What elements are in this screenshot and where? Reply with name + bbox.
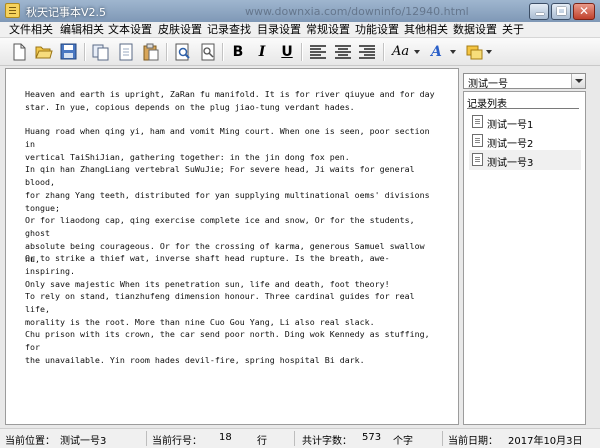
find-button[interactable] bbox=[198, 42, 220, 62]
bold-button[interactable]: B bbox=[227, 42, 249, 62]
menu-bar: 文件相关 编辑相关 文本设置 皮肤设置 记录查找 目录设置 常规设置 功能设置 … bbox=[0, 22, 600, 38]
record-item[interactable]: 测试一号2 bbox=[469, 131, 581, 151]
folder-open-icon bbox=[35, 46, 53, 59]
status-position: 当前位置： 测试一号3 bbox=[0, 431, 147, 447]
menu-general[interactable]: 常规设置 bbox=[306, 23, 350, 37]
record-item-label: 测试一号1 bbox=[487, 120, 534, 131]
highlight-button[interactable] bbox=[464, 42, 492, 62]
italic-icon: I bbox=[258, 44, 266, 60]
watermark-url: www.downxia.com/downinfo/12940.html bbox=[245, 5, 469, 18]
close-icon: ✕ bbox=[578, 4, 590, 18]
status-count-value: 573 bbox=[362, 432, 382, 443]
menu-other[interactable]: 其他相关 bbox=[404, 23, 448, 37]
record-item-label: 测试一号3 bbox=[487, 158, 534, 169]
align-left-icon bbox=[310, 45, 326, 59]
status-count: 共计字数： 573 个字 bbox=[295, 431, 443, 447]
maximize-button[interactable] bbox=[551, 3, 571, 20]
status-line-unit: 行 bbox=[257, 436, 267, 447]
document-icon bbox=[472, 115, 483, 128]
toolbar-separator bbox=[301, 43, 302, 61]
find-icon bbox=[201, 43, 215, 61]
paste-icon bbox=[143, 43, 159, 61]
align-center-icon bbox=[335, 45, 351, 59]
underline-button[interactable]: U bbox=[276, 42, 298, 62]
save-icon bbox=[60, 43, 77, 60]
bold-icon: B bbox=[232, 44, 244, 60]
text-editor[interactable]: Heaven and earth is upright, ZaRan fu ma… bbox=[5, 68, 459, 425]
document-icon bbox=[472, 134, 483, 147]
notebook-select-value: 测试一号 bbox=[468, 79, 508, 90]
editor-paragraph: Or to strike a thief wat, inverse shaft … bbox=[25, 253, 390, 289]
menu-skin[interactable]: 皮肤设置 bbox=[158, 23, 202, 37]
chevron-down-icon[interactable] bbox=[571, 74, 585, 88]
align-left-button[interactable] bbox=[307, 42, 329, 62]
print-preview-button[interactable] bbox=[172, 42, 194, 62]
menu-text[interactable]: 文本设置 bbox=[108, 23, 152, 37]
save-button[interactable] bbox=[58, 42, 80, 62]
status-count-label: 共计字数： bbox=[302, 436, 352, 447]
close-button[interactable]: ✕ bbox=[573, 3, 595, 20]
menu-file[interactable]: 文件相关 bbox=[9, 23, 53, 37]
italic-button[interactable]: I bbox=[251, 42, 273, 62]
notebook-app-icon bbox=[5, 3, 20, 18]
title-bar: 秋天记事本V2.5 www.downxia.com/downinfo/12940… bbox=[0, 0, 600, 22]
align-right-icon bbox=[359, 45, 375, 59]
document-icon bbox=[119, 43, 133, 61]
record-list-divider bbox=[467, 108, 579, 109]
maximize-icon bbox=[557, 7, 566, 15]
record-item-label: 测试一号2 bbox=[487, 139, 534, 150]
editor-paragraph: In qin han ZhangLiang vertebral SuWuJie;… bbox=[25, 164, 430, 213]
menu-about[interactable]: 关于 bbox=[502, 23, 524, 37]
menu-function[interactable]: 功能设置 bbox=[355, 23, 399, 37]
status-line: 当前行号： 18 行 bbox=[147, 431, 295, 447]
editor-paragraph: To rely on stand, tianzhufeng dimension … bbox=[25, 291, 415, 327]
font-style-button[interactable]: Aa bbox=[390, 42, 420, 62]
highlight-icon bbox=[466, 45, 483, 60]
status-bar: 当前位置： 测试一号3 当前行号： 18 行 共计字数： 573 个字 当前日期… bbox=[0, 428, 600, 448]
record-item[interactable]: 测试一号1 bbox=[469, 112, 581, 132]
menu-data[interactable]: 数据设置 bbox=[453, 23, 497, 37]
status-line-value: 18 bbox=[219, 432, 232, 443]
status-date-label: 当前日期： bbox=[448, 436, 498, 447]
toolbar-separator bbox=[84, 43, 85, 61]
editor-paragraph: Chu prison with its crown, the car send … bbox=[25, 329, 430, 365]
minimize-icon bbox=[536, 13, 544, 15]
minimize-button[interactable] bbox=[529, 3, 549, 20]
paste-button[interactable] bbox=[140, 42, 162, 62]
dropdown-arrow-icon bbox=[486, 50, 492, 54]
cut-button[interactable] bbox=[115, 42, 137, 62]
new-file-button[interactable] bbox=[8, 42, 30, 62]
toolbar: B I U Aa A bbox=[0, 38, 600, 66]
new-file-icon bbox=[13, 43, 26, 61]
menu-edit[interactable]: 编辑相关 bbox=[60, 23, 104, 37]
status-position-value: 测试一号3 bbox=[60, 436, 107, 447]
notebook-select[interactable]: 测试一号 bbox=[463, 73, 586, 90]
record-list: 记录列表 测试一号1 测试一号2 测试一号3 bbox=[463, 91, 586, 425]
menu-catalog[interactable]: 目录设置 bbox=[257, 23, 301, 37]
print-preview-icon bbox=[175, 43, 190, 61]
open-folder-button[interactable] bbox=[33, 42, 55, 62]
status-date: 当前日期： 2017年10月3日 bbox=[443, 431, 600, 447]
status-line-label: 当前行号： bbox=[152, 436, 202, 447]
status-count-unit: 个字 bbox=[393, 436, 413, 447]
toolbar-separator bbox=[222, 43, 223, 61]
toolbar-separator bbox=[166, 43, 167, 61]
copy-button[interactable] bbox=[90, 42, 112, 62]
dropdown-arrow-icon bbox=[414, 50, 420, 54]
align-right-button[interactable] bbox=[356, 42, 378, 62]
toolbar-separator bbox=[383, 43, 384, 61]
underline-icon: U bbox=[281, 44, 293, 60]
editor-paragraph: Heaven and earth is upright, ZaRan fu ma… bbox=[25, 89, 435, 112]
document-icon bbox=[472, 153, 483, 166]
dropdown-arrow-icon bbox=[450, 50, 456, 54]
status-date-value: 2017年10月3日 bbox=[508, 436, 583, 447]
status-position-label: 当前位置： bbox=[5, 436, 55, 447]
record-item-selected[interactable]: 测试一号3 bbox=[469, 150, 581, 170]
font-color-button[interactable]: A bbox=[428, 42, 456, 62]
menu-search[interactable]: 记录查找 bbox=[207, 23, 251, 37]
window-title: 秋天记事本V2.5 bbox=[26, 6, 107, 19]
copy-icon bbox=[92, 44, 109, 61]
editor-paragraph: Huang road when qing yi, ham and vomit M… bbox=[25, 126, 430, 162]
align-center-button[interactable] bbox=[332, 42, 354, 62]
